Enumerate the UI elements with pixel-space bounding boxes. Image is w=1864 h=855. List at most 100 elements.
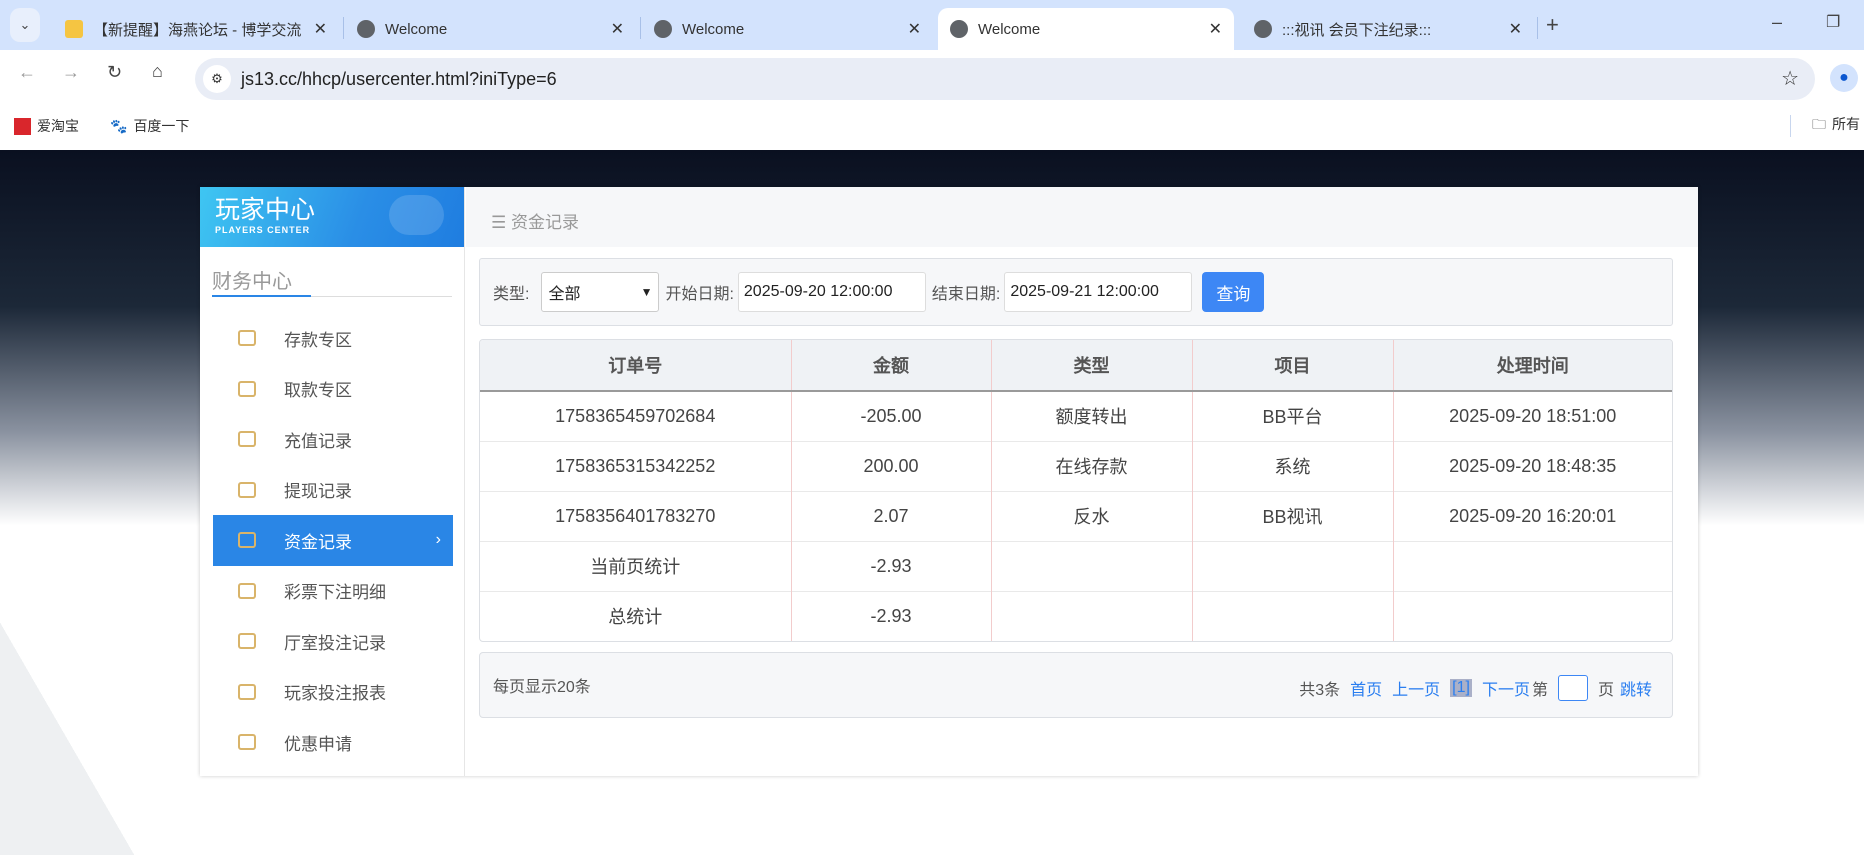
fund-records-table: 订单号 金额 类型 项目 处理时间 1758365459702684 -205.0… xyxy=(479,339,1673,642)
restore-button[interactable]: ❐ xyxy=(1826,12,1840,32)
url-text[interactable]: js13.cc/hhcp/usercenter.html?iniType=6 xyxy=(241,69,557,90)
star-icon[interactable]: ☆ xyxy=(1781,66,1799,91)
sidebar-item-withdraw-records[interactable]: 提现记录 xyxy=(213,465,453,516)
gift-icon xyxy=(238,734,256,751)
site-settings-icon[interactable]: ⚙ xyxy=(203,65,231,93)
sidebar-item-withdraw[interactable]: 取款专区 xyxy=(213,364,453,415)
wallet-icon xyxy=(238,481,256,498)
table-cell xyxy=(1392,590,1672,641)
sidebar-item-deposit[interactable]: 存款专区 xyxy=(213,313,453,364)
close-icon[interactable]: ✕ xyxy=(908,19,921,39)
table-cell: -2.93 xyxy=(790,590,991,641)
table-cell xyxy=(1191,590,1393,641)
tab-bar: ⌄ 【新提醒】海燕论坛 - 博学交流 ✕ Welcome ✕ Welcome ✕ We… xyxy=(0,0,1864,50)
new-tab-button[interactable]: + xyxy=(1546,12,1559,38)
table-cell: 反水 xyxy=(990,490,1192,541)
table-cell: 当前页统计 xyxy=(480,540,791,591)
reload-button[interactable]: ↻ xyxy=(107,62,122,83)
forward-button[interactable]: → xyxy=(62,62,80,83)
bookmark-label: 爱淘宝 xyxy=(37,118,79,134)
close-icon[interactable]: ✕ xyxy=(1209,19,1222,39)
table-cell: 200.00 xyxy=(790,440,991,491)
jump-link[interactable]: 跳转 xyxy=(1620,676,1652,700)
minimize-button[interactable]: – xyxy=(1772,12,1782,33)
table-cell: BB平台 xyxy=(1191,390,1393,441)
globe-icon xyxy=(654,20,672,38)
all-bookmarks-folder[interactable]: 🗀 所有 xyxy=(1812,114,1860,138)
bookmark-item[interactable]: 爱淘宝 xyxy=(14,116,79,136)
next-page-link[interactable]: 下一页 xyxy=(1482,676,1530,700)
column-header: 处理时间 xyxy=(1392,340,1672,392)
column-header: 订单号 xyxy=(480,340,791,392)
sidebar-item-label: 玩家投注报表 xyxy=(284,684,386,704)
home-button[interactable]: ⌂ xyxy=(152,61,163,82)
back-button[interactable]: ← xyxy=(18,62,36,83)
table-cell xyxy=(1392,540,1672,591)
page-title: 资金记录 xyxy=(510,213,579,232)
bookmark-item[interactable]: 🐾 百度一下 xyxy=(110,116,189,136)
address-bar[interactable]: ⚙ js13.cc/hhcp/usercenter.html?iniType=6… xyxy=(195,58,1815,100)
tab[interactable]: 【新提醒】海燕论坛 - 博学交流 ✕ xyxy=(53,8,339,50)
type-label: 类型: xyxy=(493,286,530,303)
table-header-row: 订单号 金额 类型 项目 处理时间 xyxy=(480,340,1672,392)
start-date-input[interactable]: 2025-09-20 12:00:00 xyxy=(737,272,926,312)
globe-icon xyxy=(357,20,375,38)
current-page[interactable]: [1] xyxy=(1450,679,1472,697)
fund-icon xyxy=(238,532,256,549)
close-icon[interactable]: ✕ xyxy=(1509,19,1522,39)
list-icon xyxy=(238,582,256,599)
tab-active[interactable]: Welcome ✕ xyxy=(938,8,1234,50)
close-icon[interactable]: ✕ xyxy=(611,19,624,39)
end-date-label: 结束日期: xyxy=(931,286,1001,303)
tab[interactable]: :::视讯 会员下注纪录::: ✕ xyxy=(1242,8,1534,50)
type-select[interactable]: 全部 ▼ xyxy=(541,272,660,312)
table-cell: 额度转出 xyxy=(990,390,1192,441)
sidebar-item-label: 厅室投注记录 xyxy=(284,633,386,653)
sidebar-menu: 存款专区 取款专区 充值记录 提现记录 资金记录 › 彩票下注明细 厅室投注记录 … xyxy=(213,313,453,768)
column-header: 金额 xyxy=(790,340,991,392)
page-number-input[interactable] xyxy=(1557,675,1588,701)
start-date-label: 开始日期: xyxy=(665,286,734,303)
browser-toolbar: ← → ↻ ⌂ ⚙ js13.cc/hhcp/usercenter.html?i… xyxy=(0,50,1864,100)
table-cell: 2025-09-20 18:48:35 xyxy=(1392,440,1672,491)
sidebar-item-player-report[interactable]: 玩家投注报表 xyxy=(213,667,453,718)
tab[interactable]: Welcome ✕ xyxy=(642,8,933,50)
tab-search-button[interactable]: ⌄ xyxy=(10,8,40,42)
pagination-bar: 每页显示20条 共3条 首页 上一页 [1] 下一页 第 页 跳转 xyxy=(479,652,1673,718)
sidebar-item-lottery-bets[interactable]: 彩票下注明细 xyxy=(213,566,453,617)
chevron-right-icon: › xyxy=(435,531,441,549)
first-page-link[interactable]: 首页 xyxy=(1350,676,1382,700)
hand-money-icon xyxy=(238,380,256,397)
query-button[interactable]: 查询 xyxy=(1202,272,1265,312)
money-bag-icon xyxy=(238,431,256,448)
type-select-value: 全部 xyxy=(548,286,581,303)
forum-favicon-icon xyxy=(65,20,83,38)
tab[interactable]: Welcome ✕ xyxy=(345,8,636,50)
menu-icon[interactable]: ☰ xyxy=(491,213,506,232)
folder-icon: 🗀 xyxy=(1812,116,1826,132)
sidebar-item-label: 存款专区 xyxy=(284,330,352,350)
sidebar-item-hall-bets[interactable]: 厅室投注记录 xyxy=(213,616,453,667)
taobao-icon xyxy=(14,117,31,135)
filter-bar: 类型: 全部 ▼ 开始日期: 2025-09-20 12:00:00 结束日期: … xyxy=(479,258,1673,326)
baidu-paw-icon: 🐾 xyxy=(110,117,128,134)
sidebar-item-promotions[interactable]: 优惠申请 xyxy=(213,717,453,768)
sidebar-item-fund-records[interactable]: 资金记录 › xyxy=(213,515,453,566)
table-cell: -205.00 xyxy=(790,390,991,441)
sidebar-item-label: 取款专区 xyxy=(284,381,352,401)
pagination-nav: 共3条 首页 上一页 [1] 下一页 第 页 跳转 xyxy=(1299,675,1652,701)
sidebar-item-label: 充值记录 xyxy=(284,431,352,451)
prev-page-link[interactable]: 上一页 xyxy=(1392,676,1440,700)
checklist-icon xyxy=(238,633,256,650)
deposit-card-icon xyxy=(238,330,256,347)
table-cell: 2025-09-20 16:20:01 xyxy=(1392,490,1672,541)
chevron-down-icon: ▼ xyxy=(640,285,653,299)
globe-icon xyxy=(950,20,968,38)
end-date-input[interactable]: 2025-09-21 12:00:00 xyxy=(1004,272,1193,312)
close-icon[interactable]: ✕ xyxy=(314,19,327,39)
sidebar-item-recharge-records[interactable]: 充值记录 xyxy=(213,414,453,465)
table-cell xyxy=(990,540,1192,591)
gamepad-icon xyxy=(389,195,444,235)
profile-avatar-icon[interactable]: ● xyxy=(1830,64,1858,92)
table-cell: 1758356401783270 xyxy=(480,490,791,541)
